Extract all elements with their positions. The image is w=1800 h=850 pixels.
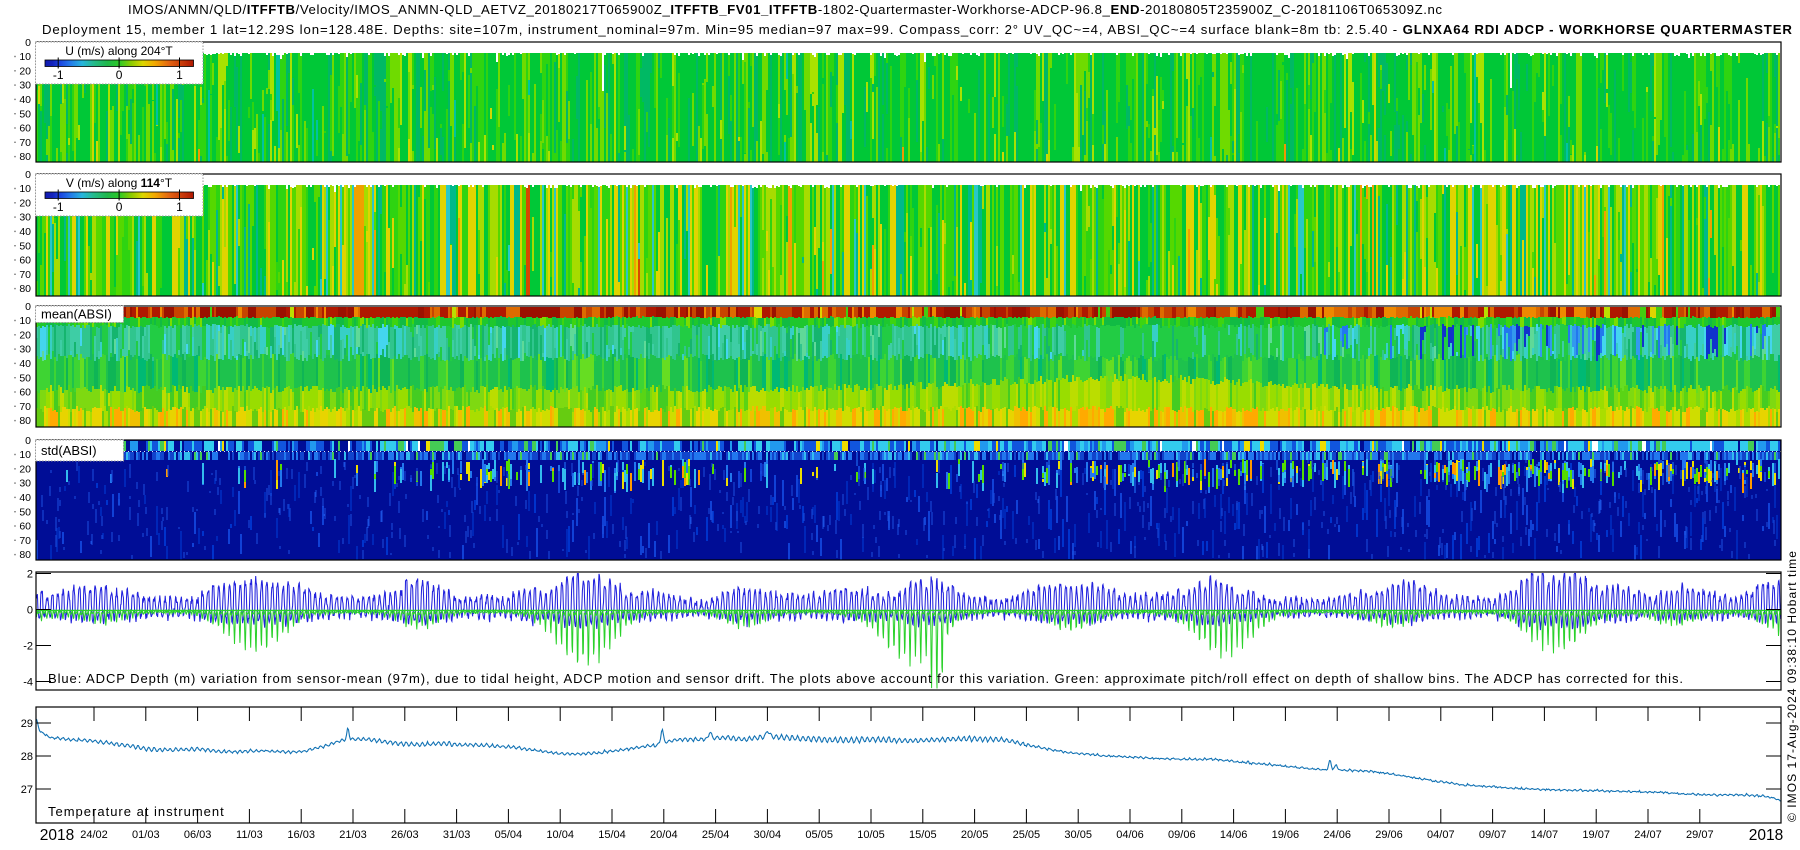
svg-text:31/03: 31/03 (443, 829, 471, 841)
svg-text:30: 30 (19, 80, 31, 92)
svg-text:05/04: 05/04 (495, 829, 523, 841)
svg-text:0: 0 (27, 604, 33, 616)
svg-text:40: 40 (19, 226, 31, 238)
svg-text:27: 27 (21, 784, 33, 796)
svg-text:0: 0 (25, 301, 31, 313)
svg-text:© IMOS 17-Aug-2024 09:38:10 Ho: © IMOS 17-Aug-2024 09:38:10 Hobart time (1785, 550, 1799, 822)
svg-text:0: 0 (116, 200, 123, 214)
svg-text:04/07: 04/07 (1427, 829, 1455, 841)
svg-text:0: 0 (116, 68, 123, 82)
svg-text:20/05: 20/05 (961, 829, 989, 841)
svg-text:29: 29 (21, 718, 33, 730)
svg-text:14/07: 14/07 (1531, 829, 1559, 841)
svg-text:30: 30 (19, 344, 31, 356)
svg-text:mean(ABSI): mean(ABSI) (41, 307, 112, 322)
svg-text:24/07: 24/07 (1634, 829, 1662, 841)
svg-text:19/07: 19/07 (1582, 829, 1610, 841)
svg-text:05/05: 05/05 (805, 829, 833, 841)
svg-text:20: 20 (19, 463, 31, 475)
svg-text:80: 80 (19, 151, 31, 163)
svg-text:70: 70 (19, 137, 31, 149)
svg-text:1: 1 (176, 200, 183, 214)
svg-text:20/04: 20/04 (650, 829, 678, 841)
svg-text:50: 50 (19, 372, 31, 384)
svg-text:IMOS/ANMN/QLD/ITFFTB/Velocity/: IMOS/ANMN/QLD/ITFFTB/Velocity/IMOS_ANMN-… (128, 2, 1443, 17)
svg-text:20: 20 (19, 197, 31, 209)
svg-text:Deployment 15, member 1 lat=12: Deployment 15, member 1 lat=12.29S lon=1… (42, 22, 1793, 37)
svg-text:60: 60 (19, 255, 31, 267)
svg-text:10/05: 10/05 (857, 829, 885, 841)
svg-text:50: 50 (19, 108, 31, 120)
svg-text:70: 70 (19, 535, 31, 547)
svg-text:70: 70 (19, 401, 31, 413)
svg-text:10: 10 (19, 449, 31, 461)
svg-text:-1: -1 (53, 200, 64, 214)
svg-text:20: 20 (19, 65, 31, 77)
svg-text:80: 80 (19, 549, 31, 561)
svg-text:26/03: 26/03 (391, 829, 419, 841)
svg-text:10: 10 (19, 183, 31, 195)
svg-text:29/06: 29/06 (1375, 829, 1403, 841)
svg-text:14/06: 14/06 (1220, 829, 1248, 841)
svg-text:-4: -4 (23, 676, 33, 688)
svg-text:0: 0 (25, 169, 31, 181)
svg-text:V (m/s) along 114°T: V (m/s) along 114°T (66, 176, 173, 190)
svg-text:04/06: 04/06 (1116, 829, 1144, 841)
svg-text:24/06: 24/06 (1323, 829, 1351, 841)
svg-text:21/03: 21/03 (339, 829, 367, 841)
svg-text:60: 60 (19, 387, 31, 399)
svg-text:30/04: 30/04 (754, 829, 782, 841)
svg-text:-1: -1 (53, 68, 64, 82)
svg-text:Temperature at instrument: Temperature at instrument (48, 804, 225, 819)
svg-text:40: 40 (19, 492, 31, 504)
svg-text:2: 2 (27, 568, 33, 580)
svg-text:60: 60 (19, 123, 31, 135)
svg-text:09/07: 09/07 (1479, 829, 1507, 841)
svg-text:20: 20 (19, 329, 31, 341)
svg-text:40: 40 (19, 358, 31, 370)
svg-text:25/05: 25/05 (1013, 829, 1041, 841)
svg-text:2018: 2018 (1749, 827, 1783, 844)
svg-text:06/03: 06/03 (184, 829, 212, 841)
svg-text:15/05: 15/05 (909, 829, 937, 841)
svg-text:1: 1 (176, 68, 183, 82)
svg-text:28: 28 (21, 751, 33, 763)
svg-text:80: 80 (19, 415, 31, 427)
svg-text:80: 80 (19, 283, 31, 295)
svg-text:U (m/s) along 204°T: U (m/s) along 204°T (65, 44, 173, 58)
svg-text:std(ABSI): std(ABSI) (41, 443, 97, 458)
svg-text:25/04: 25/04 (702, 829, 730, 841)
svg-text:30: 30 (19, 212, 31, 224)
svg-text:29/07: 29/07 (1686, 829, 1714, 841)
svg-text:10: 10 (19, 51, 31, 63)
svg-text:40: 40 (19, 94, 31, 106)
svg-text:01/03: 01/03 (132, 829, 160, 841)
svg-text:Blue: ADCP Depth (m) variation: Blue: ADCP Depth (m) variation from sens… (48, 671, 1684, 686)
svg-text:50: 50 (19, 506, 31, 518)
svg-text:24/02: 24/02 (80, 829, 108, 841)
svg-text:16/03: 16/03 (287, 829, 315, 841)
svg-text:10/04: 10/04 (546, 829, 574, 841)
svg-text:15/04: 15/04 (598, 829, 626, 841)
svg-text:11/03: 11/03 (236, 829, 263, 841)
svg-text:09/06: 09/06 (1168, 829, 1196, 841)
svg-text:30/05: 30/05 (1064, 829, 1092, 841)
svg-text:30: 30 (19, 478, 31, 490)
svg-text:19/06: 19/06 (1272, 829, 1300, 841)
svg-text:60: 60 (19, 521, 31, 533)
svg-text:-2: -2 (23, 640, 33, 652)
svg-text:0: 0 (25, 37, 31, 49)
svg-text:2018: 2018 (40, 827, 74, 844)
svg-text:70: 70 (19, 269, 31, 281)
svg-text:50: 50 (19, 240, 31, 252)
svg-text:0: 0 (25, 435, 31, 447)
svg-text:10: 10 (19, 315, 31, 327)
